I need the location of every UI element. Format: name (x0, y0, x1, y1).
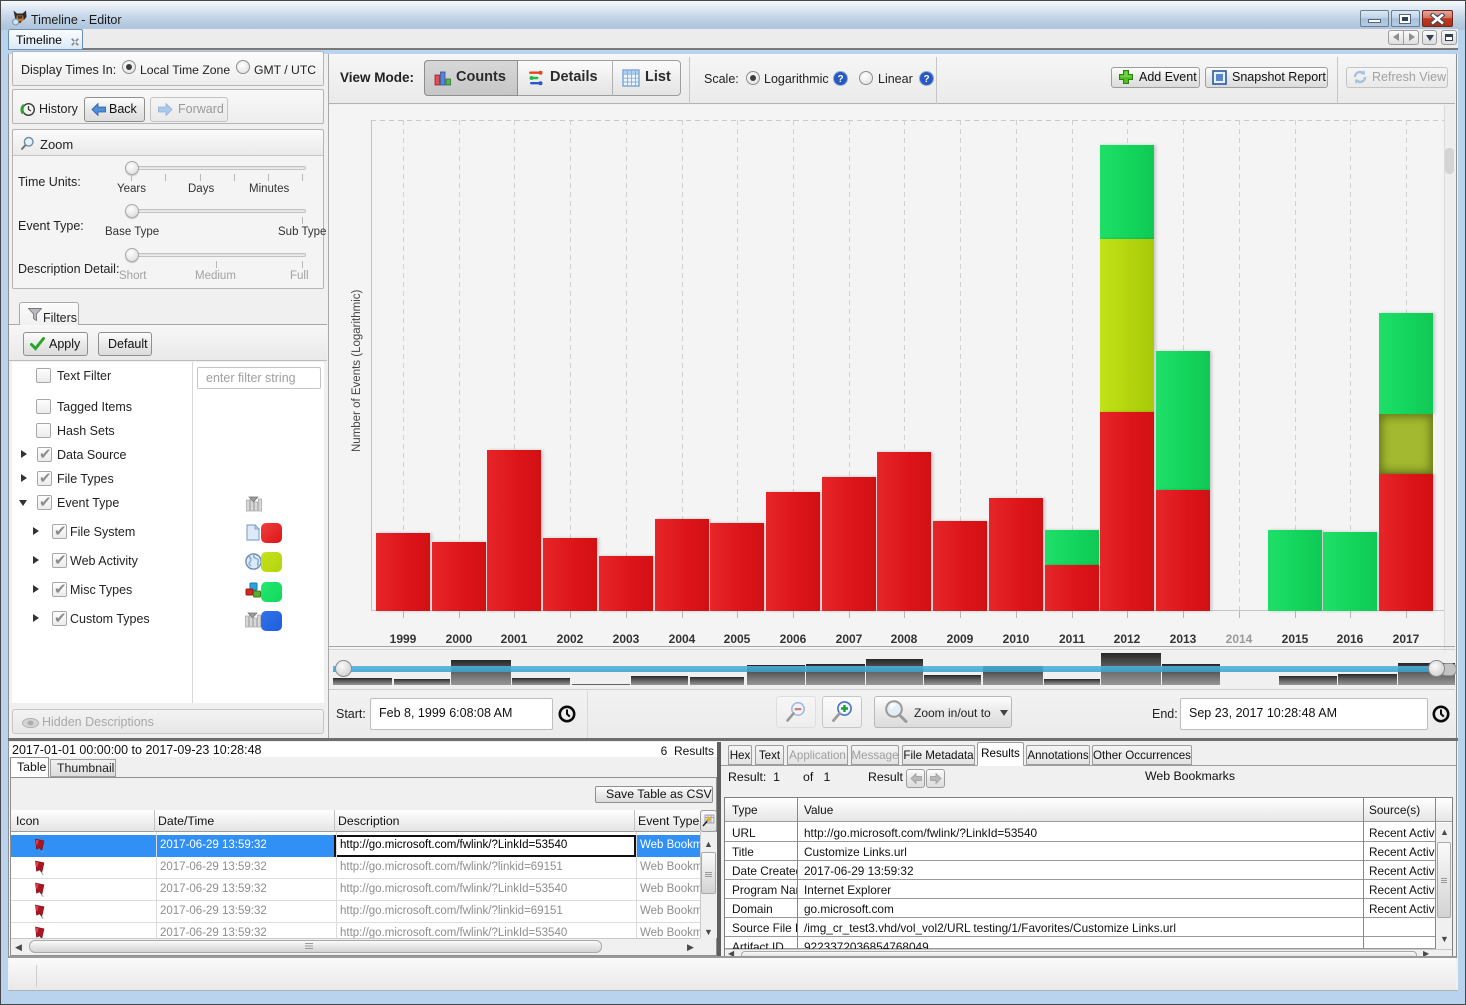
svg-text:?: ? (923, 74, 929, 85)
svg-text:?: ? (837, 74, 843, 85)
